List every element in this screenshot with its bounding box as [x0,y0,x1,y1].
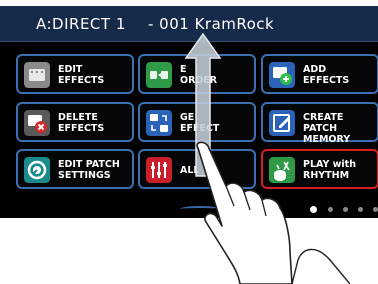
page-dot-4[interactable] [358,207,363,212]
edit-patch-settings-button[interactable]: EDIT PATCH SETTINGS [16,149,134,189]
create-patch-icon [269,110,295,136]
change-order-icon [146,62,172,88]
patch-bank-label: A:DIRECT 1 [36,15,126,33]
add-effects-icon [269,62,295,88]
hand-pointer-icon [196,141,350,284]
add-effects-label: ADD EFFECTS [303,64,350,86]
change-effect-icon [146,110,172,136]
edit-effects-button[interactable]: EDIT EFFECTS [16,54,134,94]
create-patch-memory-button[interactable]: CREATE PATCH MEMORY [261,102,378,145]
edit-effects-label: EDIT EFFECTS [58,64,105,86]
page-dot-5[interactable] [373,207,378,212]
delete-effects-label: DELETE EFFECTS [58,112,105,134]
patch-name-label: - 001 KramRock [148,15,275,33]
all-icon [146,157,172,183]
delete-effects-button[interactable]: DELETE EFFECTS [16,102,134,142]
edit-effects-icon [24,62,50,88]
add-effects-button[interactable]: ADD EFFECTS [261,54,378,94]
delete-effects-icon [24,110,50,136]
edit-patch-settings-label: EDIT PATCH SETTINGS [58,159,120,181]
patch-settings-icon [24,157,50,183]
